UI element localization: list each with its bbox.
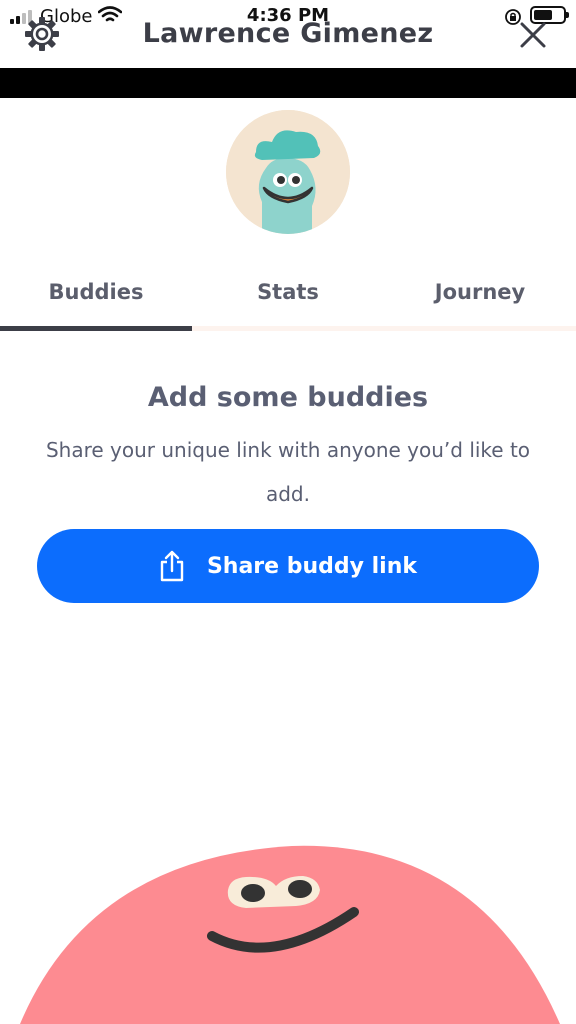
header-divider — [0, 68, 576, 98]
share-buddy-link-button[interactable]: Share buddy link — [37, 529, 539, 603]
tab-active-indicator — [0, 326, 192, 331]
profile-tabs: Buddies Stats Journey — [0, 262, 576, 332]
share-button-label: Share buddy link — [206, 553, 418, 579]
pink-blob-character — [0, 830, 576, 1024]
header: Lawrence Gimenez — [0, 0, 576, 68]
tab-buddies[interactable]: Buddies — [0, 262, 192, 322]
page-title: Lawrence Gimenez — [142, 18, 434, 49]
avatar[interactable] — [226, 110, 350, 234]
blob-character-icon — [20, 845, 560, 1024]
tab-journey[interactable]: Journey — [384, 262, 576, 322]
close-icon — [520, 22, 546, 48]
tab-stats[interactable]: Stats — [192, 262, 384, 322]
character-avatar-icon — [226, 110, 350, 234]
empty-state-title: Add some buddies — [147, 382, 429, 413]
empty-state-description: Share your unique link with anyone you’d… — [45, 438, 531, 506]
close-button[interactable] — [516, 18, 550, 52]
share-icon — [160, 550, 184, 582]
